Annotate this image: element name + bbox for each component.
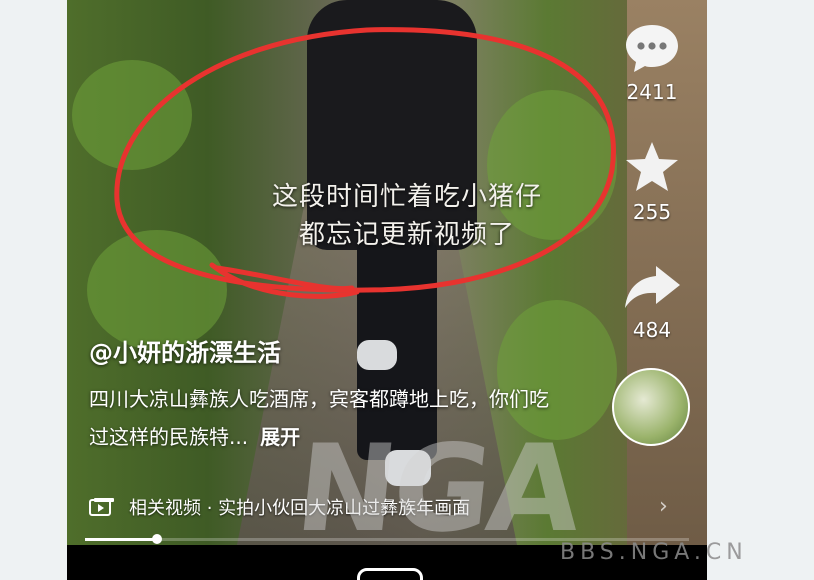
home-indicator[interactable] <box>357 568 423 580</box>
progress-fill <box>85 538 158 541</box>
comment-button[interactable]: 2411 <box>607 22 697 104</box>
share-count: 484 <box>632 318 672 342</box>
author-handle[interactable]: @小妍的浙漂生活 <box>89 333 281 368</box>
comment-count: 2411 <box>626 80 678 104</box>
shoe <box>357 340 397 370</box>
music-avatar[interactable] <box>612 368 690 446</box>
comment-icon <box>626 25 678 72</box>
favorite-count: 255 <box>632 200 672 224</box>
watermark-url: BBS.NGA.CN <box>560 540 748 565</box>
share-button[interactable]: 484 <box>607 262 697 342</box>
expand-button[interactable]: 展开 <box>260 425 300 449</box>
video-icon <box>89 498 114 516</box>
video-player[interactable]: 这段时间忙着吃小猪仔 都忘记更新视频了 @小妍的浙漂生活 四川大凉山彝族人吃酒席… <box>67 0 707 580</box>
favorite-button[interactable]: 255 <box>607 140 697 224</box>
star-icon <box>626 142 678 191</box>
watermark-logo: NGA <box>289 420 585 559</box>
share-icon <box>625 266 680 308</box>
chevron-right-icon[interactable]: › <box>659 494 668 519</box>
